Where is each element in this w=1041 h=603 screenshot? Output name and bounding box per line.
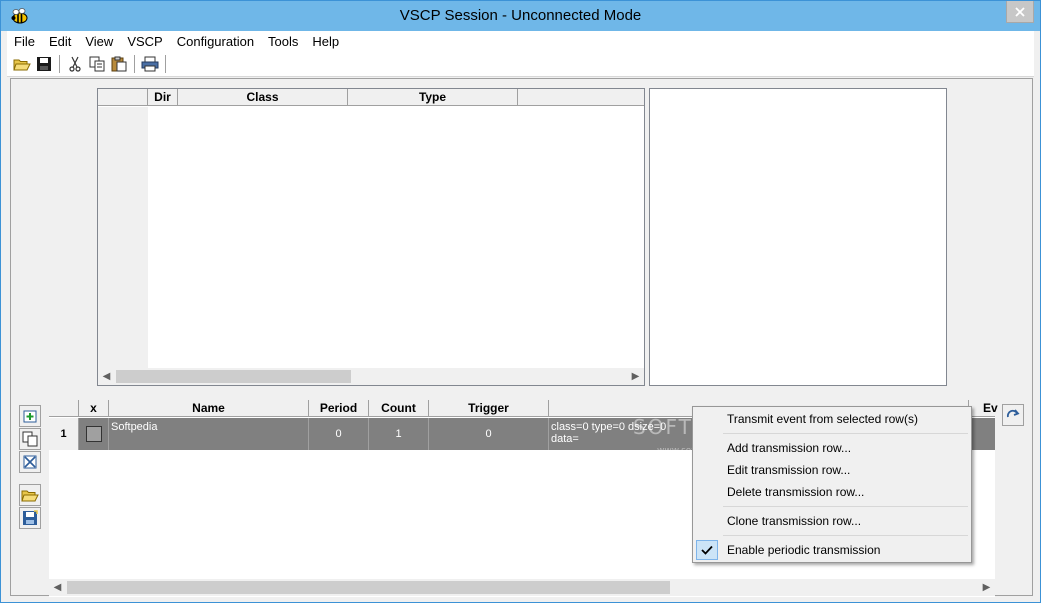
- row-period: 0: [309, 418, 369, 450]
- toolbar: [7, 52, 1034, 77]
- clone-row-button[interactable]: [19, 428, 41, 450]
- context-menu: Transmit event from selected row(s) Add …: [692, 406, 972, 563]
- cut-button[interactable]: [64, 53, 86, 75]
- delete-row-button[interactable]: [19, 451, 41, 473]
- receive-header-rownum: [98, 89, 148, 106]
- menu-separator: [723, 535, 968, 536]
- menu-vscp[interactable]: VSCP: [120, 31, 169, 52]
- window-title: VSCP Session - Unconnected Mode: [399, 7, 642, 24]
- delete-row-icon: [23, 455, 37, 469]
- toolbar-separator: [165, 55, 166, 73]
- receive-header-dir[interactable]: Dir: [148, 89, 178, 106]
- receive-row-header: [98, 107, 148, 368]
- menu-item-transmit-selected[interactable]: Transmit event from selected row(s): [727, 409, 918, 429]
- open-button[interactable]: [11, 53, 33, 75]
- send-event-button[interactable]: [1002, 404, 1024, 426]
- scroll-right-icon[interactable]: ▶: [978, 579, 995, 596]
- menu-view[interactable]: View: [78, 31, 120, 52]
- close-icon: [1015, 6, 1025, 17]
- transmit-header-ev[interactable]: Ev: [969, 400, 998, 417]
- transmit-header-name[interactable]: Name: [109, 400, 309, 417]
- transmit-header-count[interactable]: Count: [369, 400, 429, 417]
- receive-hscrollbar[interactable]: ◀ ▶: [98, 368, 644, 385]
- menu-configuration[interactable]: Configuration: [170, 31, 261, 52]
- menu-tools[interactable]: Tools: [261, 31, 305, 52]
- toolbar-separator: [59, 55, 60, 73]
- menu-help[interactable]: Help: [305, 31, 346, 52]
- scroll-thumb[interactable]: [67, 581, 670, 594]
- transmit-header-rownum: [49, 400, 79, 417]
- row-name: Softpedia: [109, 418, 309, 450]
- menu-item-add-row[interactable]: Add transmission row...: [727, 438, 851, 458]
- paste-button[interactable]: [108, 53, 130, 75]
- scroll-left-icon[interactable]: ◀: [49, 579, 66, 596]
- transmit-header-trigger[interactable]: Trigger: [429, 400, 549, 417]
- scroll-left-icon[interactable]: ◀: [98, 368, 115, 385]
- print-icon: [141, 56, 159, 72]
- menu-item-enable-periodic[interactable]: Enable periodic transmission: [727, 540, 880, 560]
- cut-icon: [69, 56, 81, 72]
- menu-item-clone-row[interactable]: Clone transmission row...: [727, 511, 861, 531]
- save-icon: [23, 510, 38, 525]
- copy-icon: [89, 56, 105, 72]
- menu-item-delete-row[interactable]: Delete transmission row...: [727, 482, 864, 502]
- menu-edit[interactable]: Edit: [42, 31, 78, 52]
- menu-separator: [723, 433, 968, 434]
- row-enable-checkbox[interactable]: [86, 426, 102, 442]
- copy-button[interactable]: [86, 53, 108, 75]
- transmit-hscrollbar[interactable]: ◀ ▶: [49, 579, 995, 596]
- receive-list[interactable]: Dir Class Type ◀ ▶: [97, 88, 645, 386]
- save-button[interactable]: [33, 53, 55, 75]
- menu-item-edit-row[interactable]: Edit transmission row...: [727, 460, 850, 480]
- row-trigger: 0: [429, 418, 549, 450]
- close-button[interactable]: [1006, 1, 1034, 23]
- app-window: VSCP Session - Unconnected Mode File Edi…: [0, 0, 1041, 603]
- row-enable-cell: [79, 418, 109, 450]
- toolbar-separator: [134, 55, 135, 73]
- title-bar[interactable]: VSCP Session - Unconnected Mode: [1, 1, 1040, 31]
- print-button[interactable]: [139, 53, 161, 75]
- receive-header-class[interactable]: Class: [178, 89, 348, 106]
- scroll-thumb[interactable]: [116, 370, 351, 383]
- scroll-right-icon[interactable]: ▶: [627, 368, 644, 385]
- menu-file[interactable]: File: [7, 31, 42, 52]
- open-folder-icon: [13, 59, 31, 71]
- receive-header-type[interactable]: Type: [348, 89, 518, 106]
- load-rows-button[interactable]: [19, 484, 41, 506]
- row-count: 1: [369, 418, 429, 450]
- add-row-icon: [23, 410, 37, 423]
- transmit-header-period[interactable]: Period: [309, 400, 369, 417]
- event-info-panel[interactable]: [649, 88, 947, 386]
- redo-arrow-icon: [1006, 409, 1020, 418]
- open-folder-icon: [21, 490, 39, 502]
- transmit-header-x[interactable]: x: [79, 400, 109, 417]
- menu-bar: File Edit View VSCP Configuration Tools …: [7, 31, 1034, 52]
- row-index: 1: [49, 418, 79, 450]
- add-row-button[interactable]: [19, 405, 41, 427]
- check-icon: [701, 545, 713, 555]
- receive-header-filler: [518, 89, 644, 106]
- check-mark-box: [696, 540, 718, 560]
- save-icon: [37, 57, 51, 71]
- clone-row-icon: [22, 431, 38, 447]
- paste-icon: [111, 56, 127, 72]
- save-rows-button[interactable]: [19, 507, 41, 529]
- menu-separator: [723, 506, 968, 507]
